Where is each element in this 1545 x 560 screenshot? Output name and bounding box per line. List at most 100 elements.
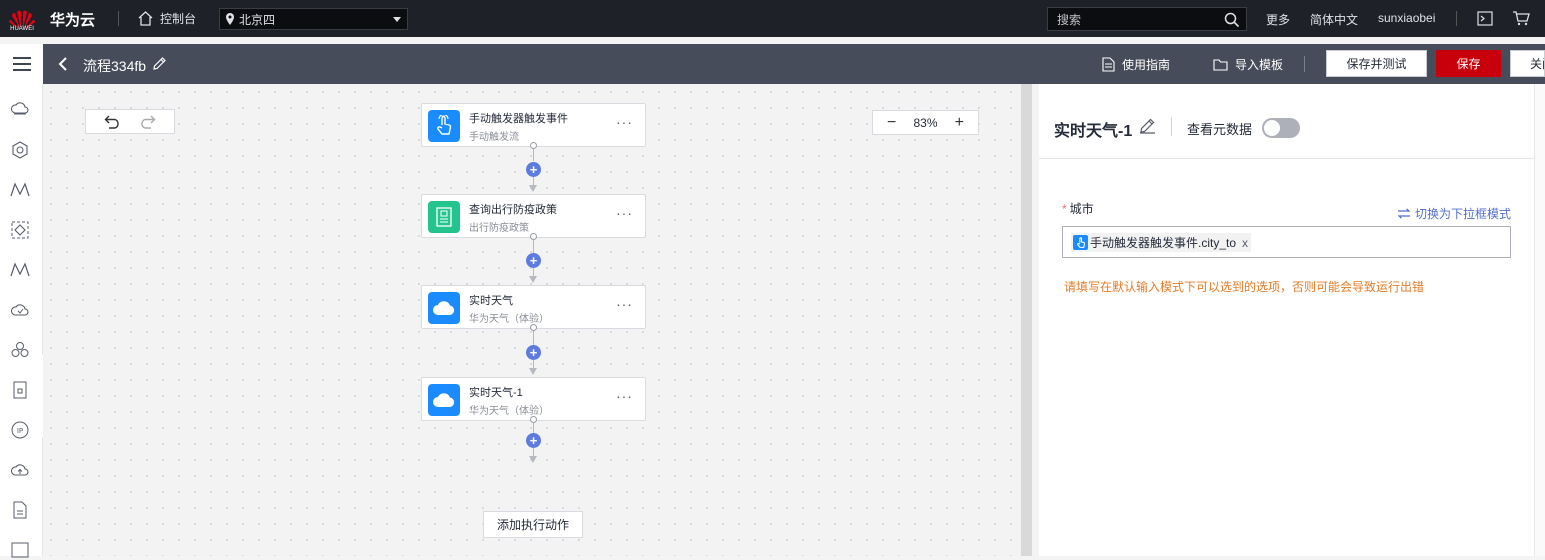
divider <box>1039 158 1534 159</box>
panel-scrollbar[interactable] <box>1534 84 1545 556</box>
add-step-button[interactable]: + <box>526 162 541 177</box>
node-config-panel <box>1039 84 1534 556</box>
node-more-button[interactable]: ··· <box>616 205 633 221</box>
workflow-icon[interactable] <box>10 180 30 200</box>
arrow-down-icon <box>529 185 537 192</box>
api-icon[interactable] <box>10 540 30 560</box>
home-icon <box>138 10 153 26</box>
edit-pencil-icon[interactable] <box>152 56 167 71</box>
console-link[interactable]: 控制台 <box>137 9 196 27</box>
close-button[interactable]: 关闭 <box>1510 50 1545 77</box>
toggle-knob <box>1264 120 1280 136</box>
cloud-upload-icon[interactable] <box>10 460 30 480</box>
swap-arrows-icon <box>1397 208 1411 219</box>
connector-dot <box>530 142 537 149</box>
language-switch[interactable]: 简体中文 <box>1310 11 1358 28</box>
undo-icon[interactable] <box>104 114 121 129</box>
flow-node-trigger[interactable]: 手动触发器触发事件 手动触发流 ··· <box>421 103 646 147</box>
location-pin-icon <box>226 13 234 25</box>
cloud-server-icon[interactable] <box>10 100 30 120</box>
view-metadata-toggle[interactable] <box>1262 118 1300 138</box>
cart-icon[interactable] <box>1512 10 1530 26</box>
diamond-node-icon[interactable] <box>10 220 30 240</box>
switch-mode-label: 切换为下拉框模式 <box>1415 207 1512 221</box>
search-icon[interactable] <box>1224 12 1240 28</box>
policy-doc-icon <box>428 201 460 233</box>
connector-line <box>533 177 534 185</box>
switch-dropdown-mode-link[interactable]: 切换为下拉框模式 <box>1397 205 1511 222</box>
divider <box>1456 11 1457 26</box>
connector-line <box>533 240 534 253</box>
hand-touch-icon <box>1073 235 1088 250</box>
service-sidebar: IP <box>0 84 43 558</box>
top-navbar: HUAWEI 华为云 控制台 北京四 搜索 更多 简体中文 sunxiaobei <box>0 0 1545 37</box>
node-subtitle: 出行防疫政策 <box>469 223 529 234</box>
document-lock-icon[interactable] <box>10 380 30 400</box>
guide-link[interactable]: 使用指南 <box>1102 56 1170 73</box>
node-more-button[interactable]: ··· <box>616 296 633 312</box>
arrow-down-icon <box>529 276 537 283</box>
hexagon-service-icon[interactable] <box>10 140 30 160</box>
zoom-control: − 83% + <box>872 110 979 135</box>
input-warning: 请填写在默认输入模式下可以选到的选项，否则可能会导致运行出错 <box>1064 280 1425 294</box>
connector-line <box>533 448 534 456</box>
divider <box>1171 117 1172 136</box>
terminal-icon[interactable] <box>1477 11 1493 26</box>
city-input[interactable]: 手动触发器触发事件.city_to x <box>1062 226 1511 258</box>
chevron-down-icon <box>393 17 401 22</box>
cloud-check-icon[interactable] <box>10 300 30 320</box>
add-step-button[interactable]: + <box>526 345 541 360</box>
zoom-in-button[interactable]: + <box>955 114 964 131</box>
city-field-label: * 城市 <box>1062 200 1094 217</box>
flow-node-policy[interactable]: 查询出行防疫政策 出行防疫政策 ··· <box>421 194 646 238</box>
variable-chip[interactable]: 手动触发器触发事件.city_to x <box>1071 233 1252 252</box>
workflow-alt-icon[interactable] <box>10 260 30 280</box>
save-button[interactable]: 保存 <box>1436 50 1501 77</box>
canvas-scrollbar[interactable] <box>1021 84 1032 556</box>
more-menu[interactable]: 更多 <box>1266 11 1290 28</box>
connector-line <box>533 149 534 161</box>
divider <box>118 11 119 26</box>
region-select[interactable]: 北京四 <box>219 8 408 30</box>
file-icon[interactable] <box>10 500 30 520</box>
console-label: 控制台 <box>160 11 197 26</box>
node-title: 实时天气-1 <box>469 387 523 399</box>
hamburger-icon <box>12 57 31 71</box>
node-more-button[interactable]: ··· <box>616 114 633 130</box>
save-and-test-button[interactable]: 保存并测试 <box>1326 50 1427 77</box>
folder-icon <box>1213 59 1228 71</box>
arrow-down-icon <box>529 456 537 463</box>
node-subtitle: 华为天气（体验） <box>469 314 549 325</box>
search-input[interactable]: 搜索 <box>1047 7 1247 31</box>
required-mark: * <box>1062 202 1067 216</box>
redo-icon[interactable] <box>139 114 156 129</box>
brand-name[interactable]: 华为云 <box>50 9 95 30</box>
username[interactable]: sunxiaobei <box>1378 11 1435 25</box>
zoom-out-button[interactable]: − <box>887 114 896 131</box>
edit-pencil-icon[interactable] <box>1139 117 1156 134</box>
sidebar-toggle-button[interactable] <box>0 44 43 84</box>
cloud-icon <box>428 292 460 324</box>
cluster-icon[interactable] <box>10 340 30 360</box>
back-arrow-icon[interactable] <box>58 57 68 71</box>
node-more-button[interactable]: ··· <box>616 388 633 404</box>
connector-line <box>533 268 534 276</box>
connector-dot <box>530 324 537 331</box>
undo-redo-toolbar <box>85 109 175 134</box>
node-subtitle: 华为天气（体验） <box>469 406 549 417</box>
panel-title: 实时天气-1 <box>1054 123 1133 140</box>
add-step-button[interactable]: + <box>526 433 541 448</box>
flow-toolbar <box>0 44 1545 84</box>
connector-dot <box>530 233 537 240</box>
zoom-level: 83% <box>913 115 938 130</box>
cloud-icon <box>428 384 460 416</box>
ip-icon[interactable]: IP <box>10 420 30 440</box>
chip-remove-button[interactable]: x <box>1242 236 1248 250</box>
add-step-button[interactable]: + <box>526 253 541 268</box>
connector-dot <box>530 416 537 423</box>
add-action-button[interactable]: 添加执行动作 <box>483 511 583 538</box>
flow-node-weather[interactable]: 实时天气 华为天气（体验） ··· <box>421 285 646 329</box>
hand-touch-icon <box>428 110 460 142</box>
flow-node-weather-1[interactable]: 实时天气-1 华为天气（体验） ··· <box>421 377 646 421</box>
import-template-link[interactable]: 导入模板 <box>1213 56 1283 73</box>
